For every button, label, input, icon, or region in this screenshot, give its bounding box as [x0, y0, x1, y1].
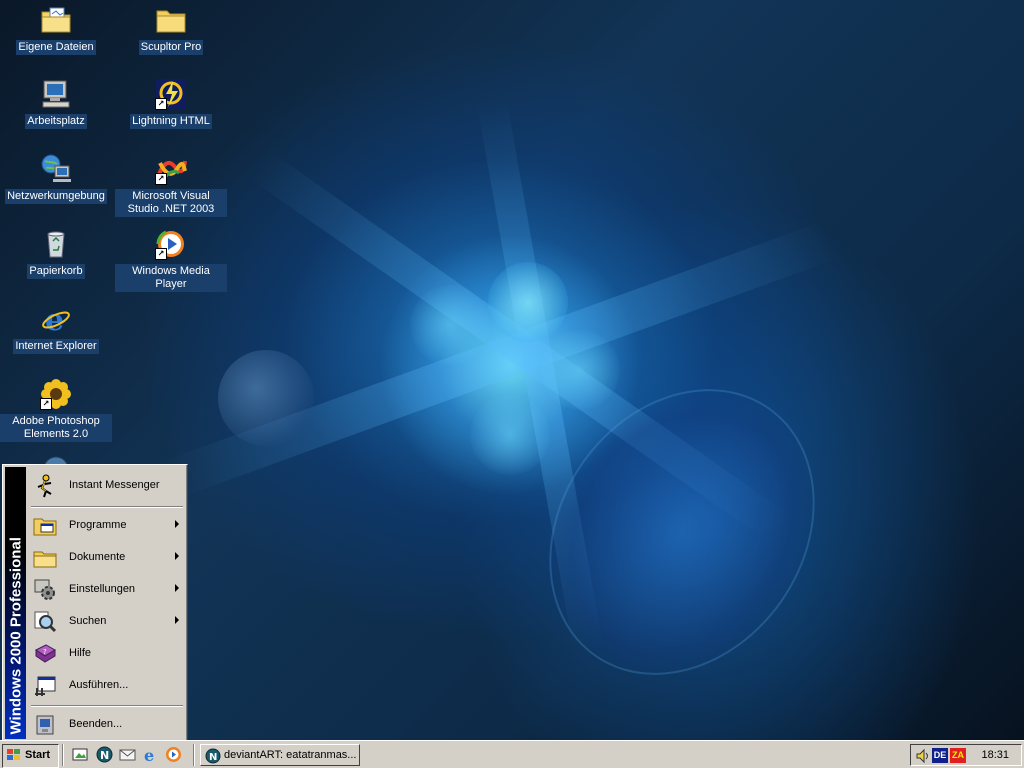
desktop-icon-my-documents[interactable]: Eigene Dateien — [0, 4, 112, 55]
desktop-icon-network-places[interactable]: Netzwerkumgebung — [0, 153, 112, 204]
menu-item-suchen[interactable]: Suchen — [28, 606, 185, 638]
svg-text:?: ? — [43, 648, 47, 656]
desktop-icon-media-player[interactable]: ↗ Windows Media Player — [115, 228, 227, 292]
desktop-icon-sculptor-pro[interactable]: Scupltor Pro — [115, 4, 227, 55]
submenu-arrow-icon — [175, 520, 179, 528]
menu-item-label: Dokumente — [69, 551, 126, 563]
shortcut-arrow-icon: ↗ — [155, 173, 167, 185]
sunflower-icon: ↗ — [40, 378, 72, 410]
menu-item-hilfe[interactable]: ? Hilfe — [28, 638, 185, 670]
desktop-icon-label: Eigene Dateien — [16, 40, 96, 55]
menu-separator — [31, 506, 183, 508]
start-button-label: Start — [25, 749, 51, 761]
windows-flag-icon — [7, 749, 21, 761]
visual-studio-icon: ↗ — [155, 153, 187, 185]
search-magnifier-icon — [33, 610, 57, 634]
shortcut-arrow-icon: ↗ — [40, 398, 52, 410]
shutdown-icon — [33, 713, 57, 737]
language-indicator[interactable]: DE — [932, 748, 948, 763]
folder-icon — [155, 4, 187, 36]
desktop-icon-label: Papierkorb — [27, 264, 85, 279]
menu-item-programme[interactable]: Programme — [28, 510, 185, 542]
desktop-icon-label: Lightning HTML — [130, 114, 212, 129]
tray-clock[interactable]: 18:31 — [981, 749, 1009, 761]
desktop-icon-recycle-bin[interactable]: Papierkorb — [0, 228, 112, 279]
taskbar-separator — [193, 744, 195, 766]
wallpaper-sphere — [218, 350, 314, 446]
submenu-arrow-icon — [175, 552, 179, 560]
start-menu[interactable]: Windows 2000 Professional Instant Messen… — [2, 464, 188, 742]
netscape-icon: N — [205, 748, 221, 764]
internet-explorer-icon[interactable]: e — [142, 746, 159, 765]
netscape-icon[interactable]: N — [96, 746, 113, 763]
desktop-icon-label: Internet Explorer — [13, 339, 99, 354]
settings-gear-icon — [33, 578, 57, 602]
start-menu-banner-text: Windows 2000 Professional — [7, 537, 25, 735]
desktop-icon-label: Adobe Photoshop Elements 2.0 — [0, 414, 112, 442]
wallpaper-petal — [470, 395, 550, 475]
svg-text:N: N — [100, 749, 109, 762]
recycle-bin-icon — [40, 228, 72, 260]
menu-item-label: Einstellungen — [69, 583, 136, 595]
internet-explorer-icon: e — [40, 303, 72, 338]
menu-item-label: Suchen — [69, 615, 107, 627]
media-player-icon: ↗ — [155, 228, 187, 260]
start-menu-banner: Windows 2000 Professional — [5, 467, 26, 739]
desktop-icon-visual-studio[interactable]: ↗ Microsoft Visual Studio .NET 2003 — [115, 153, 227, 217]
volume-speaker-icon[interactable] — [915, 748, 931, 764]
menu-item-dokumente[interactable]: Dokumente — [28, 542, 185, 574]
menu-item-label: Hilfe — [69, 647, 92, 659]
wallpaper-petal — [488, 262, 568, 342]
menu-item-beenden[interactable]: Beenden... — [28, 709, 185, 741]
menu-item-label: Instant Messenger — [69, 479, 160, 491]
wallpaper-petal — [410, 285, 490, 365]
desktop-icon-label: Microsoft Visual Studio .NET 2003 — [115, 189, 227, 217]
my-computer-icon — [40, 78, 72, 110]
taskbar-separator — [62, 744, 64, 766]
desktop-icon-photoshop-elements[interactable]: ↗ Adobe Photoshop Elements 2.0 — [0, 378, 112, 442]
desktop-icon-my-computer[interactable]: Arbeitsplatz — [0, 78, 112, 129]
menu-item-label: Beenden... — [69, 718, 123, 730]
programs-folder-icon — [33, 514, 57, 538]
show-desktop-icon[interactable] — [72, 746, 89, 763]
shortcut-arrow-icon: ↗ — [155, 98, 167, 110]
task-button-deviantart[interactable]: N deviantART: eatatranmas... — [200, 744, 360, 766]
menu-separator — [31, 705, 183, 707]
svg-text:e: e — [144, 746, 154, 763]
taskbar[interactable]: Start N e N deviantART: eatatranmas... D… — [0, 740, 1024, 768]
task-button-label: deviantART: eatatranmas... — [224, 749, 356, 761]
menu-item-label: Ausführen... — [69, 679, 129, 691]
run-icon — [33, 674, 57, 698]
network-places-icon — [40, 153, 72, 185]
submenu-arrow-icon — [175, 584, 179, 592]
menu-item-ausfuehren[interactable]: Ausführen... — [28, 670, 185, 702]
outlook-express-icon[interactable] — [119, 746, 136, 763]
desktop-icon-label: Windows Media Player — [115, 264, 227, 292]
my-documents-folder-icon — [40, 4, 72, 36]
help-book-icon: ? — [33, 642, 57, 666]
svg-text:N: N — [209, 752, 217, 763]
desktop-icon-label: Netzwerkumgebung — [5, 189, 107, 204]
shortcut-arrow-icon: ↗ — [155, 248, 167, 260]
start-button[interactable]: Start — [2, 744, 59, 768]
menu-item-label: Programme — [69, 519, 127, 531]
desktop-icon-label: Arbeitsplatz — [25, 114, 87, 129]
wallpaper-petal — [540, 330, 620, 410]
desktop-icon-lightning-html[interactable]: ↗ Lightning HTML — [115, 78, 227, 129]
documents-folder-icon — [33, 546, 57, 570]
menu-item-einstellungen[interactable]: Einstellungen — [28, 574, 185, 606]
desktop-icon-label: Scupltor Pro — [138, 40, 204, 55]
media-player-icon[interactable] — [165, 746, 182, 763]
system-tray: DE ZA 18:31 — [910, 744, 1022, 766]
zonealarm-icon[interactable]: ZA — [950, 748, 966, 763]
desktop-icon-internet-explorer[interactable]: e Internet Explorer — [0, 303, 112, 354]
lightning-html-icon: ↗ — [155, 78, 187, 110]
menu-item-instant-messenger[interactable]: Instant Messenger — [28, 470, 185, 502]
submenu-arrow-icon — [175, 616, 179, 624]
aim-running-man-icon — [33, 474, 57, 498]
